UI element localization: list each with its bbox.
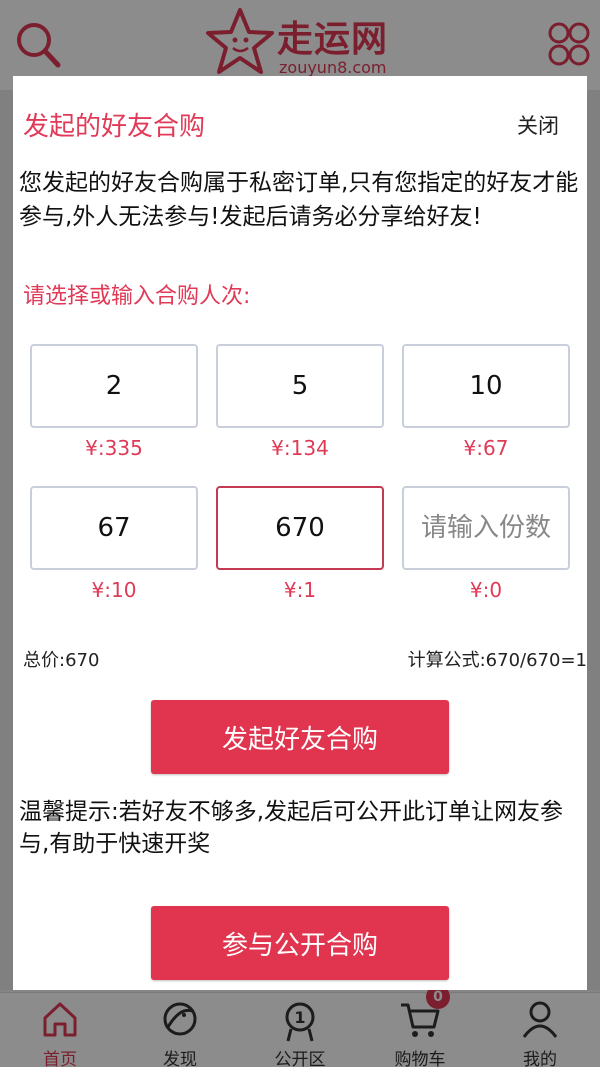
start-group-buy-button[interactable]: 发起好友合购	[151, 700, 449, 774]
calculation-formula: 计算公式:670/670=1	[407, 650, 587, 671]
custom-quantity-input[interactable]	[402, 486, 570, 570]
tip-text: 温馨提示:若好友不够多,发起后可公开此订单让网友参与,有助于快速开奖	[19, 799, 564, 857]
option-10[interactable]: 10	[402, 344, 570, 428]
price-option-10: ¥:67	[463, 436, 509, 460]
price-option-67: ¥:10	[91, 578, 137, 602]
dialog-title: 发起的好友合购	[23, 112, 206, 142]
price-option-670: ¥:1	[283, 578, 317, 602]
dialog-description: 您发起的好友合购属于私密订单,只有您指定的好友才能参与,外人无法参与!发起后请务…	[19, 170, 579, 230]
group-buy-dialog: 发起的好友合购 关闭 您发起的好友合购属于私密订单,只有您指定的好友才能参与,外…	[13, 76, 587, 990]
join-public-group-buy-button[interactable]: 参与公开合购	[151, 906, 449, 980]
price-option-5: ¥:134	[271, 436, 329, 460]
screen: 走运网 zouyun8.com 首页 发现 1 公开区 0 购物车 我的 发起的…	[0, 0, 600, 1067]
price-option-2: ¥:335	[85, 436, 143, 460]
option-2[interactable]: 2	[30, 344, 198, 428]
total-price: 总价:670	[23, 650, 100, 671]
quantity-prompt: 请选择或输入合购人次:	[23, 284, 251, 309]
price-custom-input: ¥:0	[469, 578, 503, 602]
option-5[interactable]: 5	[216, 344, 384, 428]
option-670[interactable]: 670	[216, 486, 384, 570]
close-button[interactable]: 关闭	[517, 110, 559, 140]
option-67[interactable]: 67	[30, 486, 198, 570]
